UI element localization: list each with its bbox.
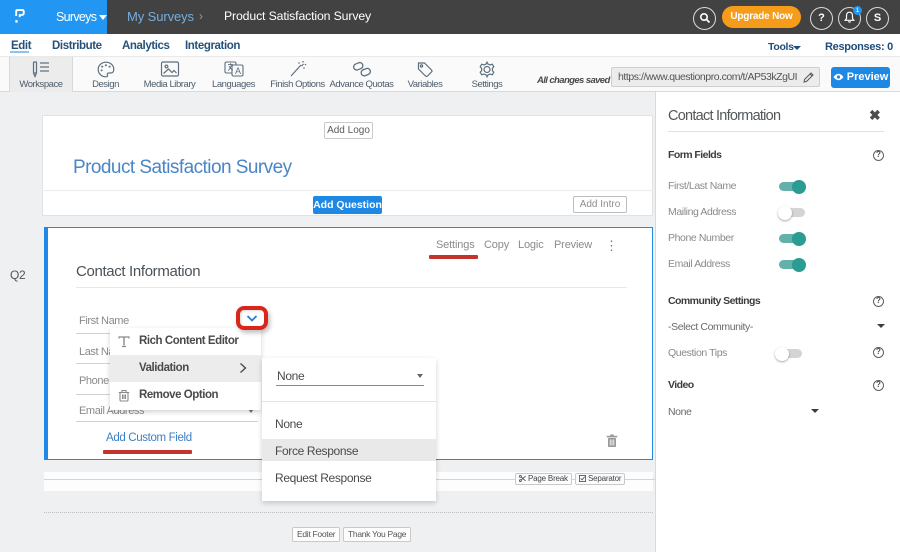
svg-text:A: A: [235, 66, 241, 76]
